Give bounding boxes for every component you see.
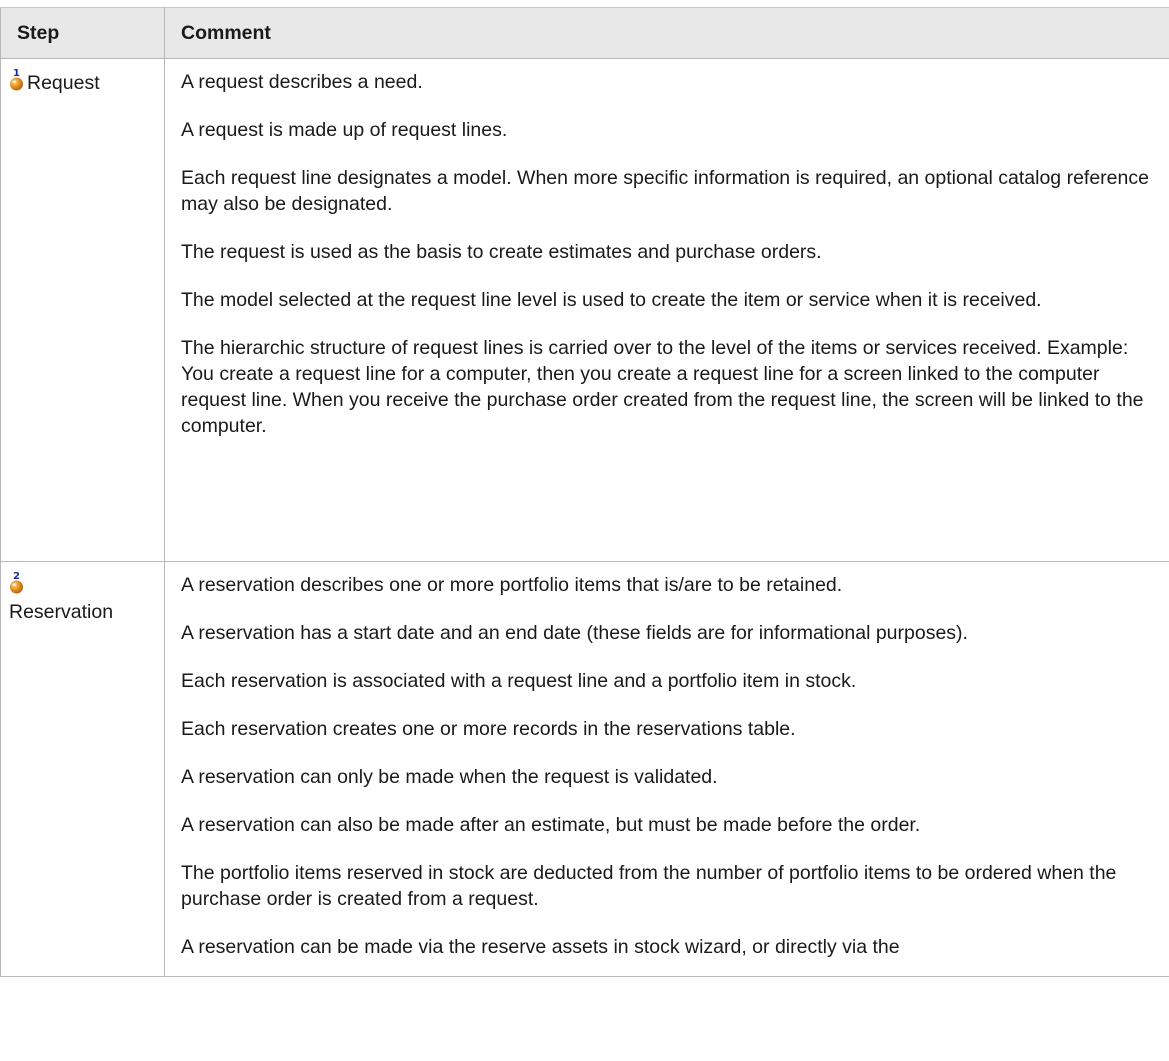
step-comment-table: Step Comment 1 Request A request describ… xyxy=(0,7,1169,977)
comment-paragraph: A reservation has a start date and an en… xyxy=(181,622,968,644)
comment-cell-reservation: A reservation describes one or more port… xyxy=(164,561,1169,977)
comment-paragraph: The request is used as the basis to crea… xyxy=(181,241,822,263)
comment-paragraph: A request describes a need. xyxy=(181,71,423,93)
step-label-request: Request xyxy=(27,72,100,94)
comment-paragraph: A reservation can be made via the reserv… xyxy=(181,936,900,958)
step-cell-reservation: 2 Reservation xyxy=(0,561,165,977)
comment-cell-request: A request describes a need. A request is… xyxy=(164,58,1169,562)
table-header-row: Step Comment xyxy=(0,7,1169,59)
column-header-step: Step xyxy=(0,7,165,59)
comment-paragraph: Each reservation is associated with a re… xyxy=(181,670,857,692)
step-marker-1-icon: 1 xyxy=(9,68,24,91)
step-marker-2-icon: 2 xyxy=(9,571,24,594)
step-number-2: 2 xyxy=(13,571,20,582)
table-row-request: 1 Request A request describes a need. A … xyxy=(0,58,1169,562)
comment-paragraph: A reservation can also be made after an … xyxy=(181,814,921,836)
step-cell-request: 1 Request xyxy=(0,58,165,562)
comment-paragraph: Each request line designates a model. Wh… xyxy=(181,167,1149,215)
comment-paragraph: The hierarchic structure of request line… xyxy=(181,337,1144,437)
column-header-comment: Comment xyxy=(164,7,1169,59)
table-row-reservation: 2 Reservation A reservation describes on… xyxy=(0,561,1169,977)
comment-paragraph: A reservation describes one or more port… xyxy=(181,574,843,596)
step-number-1: 1 xyxy=(13,68,20,79)
comment-paragraph: A reservation can only be made when the … xyxy=(181,766,718,788)
step-label-reservation: Reservation xyxy=(9,601,114,623)
comment-paragraph: The model selected at the request line l… xyxy=(181,289,1042,311)
comment-paragraph: A request is made up of request lines. xyxy=(181,119,508,141)
comment-paragraph: The portfolio items reserved in stock ar… xyxy=(181,862,1117,910)
comment-paragraph: Each reservation creates one or more rec… xyxy=(181,718,796,740)
